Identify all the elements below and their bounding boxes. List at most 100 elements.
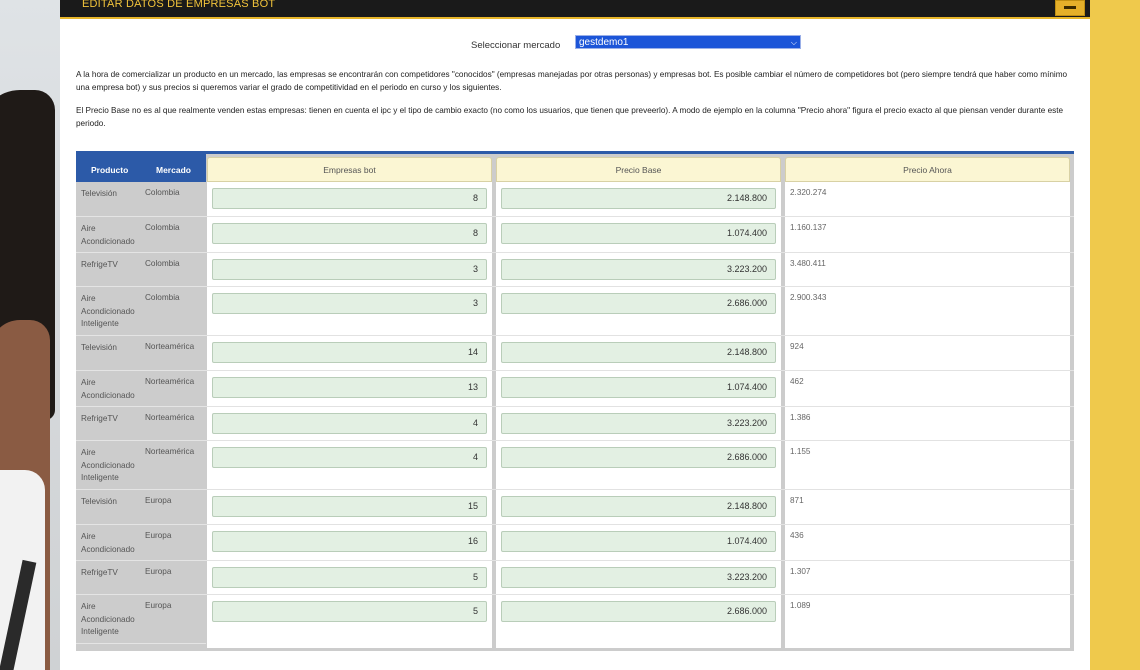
precio-ahora-value: 462 (790, 377, 804, 386)
cell-mercado: Europa (145, 601, 172, 610)
precio-ahora-value: 924 (790, 342, 804, 351)
cell-mercado: Norteamérica (145, 342, 195, 351)
precio-ahora-value: 1.160.137 (790, 223, 827, 232)
intro-paragraph: A la hora de comercializar un producto e… (76, 70, 1068, 92)
cell-mercado: Colombia (145, 293, 180, 302)
cell-mercado: Norteamérica (145, 447, 195, 456)
precio-base-input[interactable]: 2.686.000 (501, 601, 776, 622)
precio-base-input[interactable]: 1.074.400 (501, 377, 776, 398)
cell-producto: Televisión (81, 189, 117, 198)
side-accent-strip (1090, 0, 1140, 670)
table-row: Televisión Norteamérica (76, 336, 206, 371)
precio-base-input[interactable]: 2.148.800 (501, 188, 776, 209)
empresas-bot-input[interactable]: 8 (212, 188, 487, 209)
precio-ahora-value: 1.089 (790, 601, 811, 610)
table-row: RefrigeTV Colombia (76, 253, 206, 287)
precio-base-input[interactable]: 2.686.000 (501, 447, 776, 468)
empresas-bot-input[interactable]: 3 (212, 293, 487, 314)
row-divider (206, 370, 1074, 371)
precio-base-input[interactable]: 1.074.400 (501, 531, 776, 552)
header-empresas-bot: Empresas bot (207, 157, 492, 182)
cell-producto: RefrigeTV (81, 568, 118, 577)
cell-mercado: Europa (145, 531, 172, 540)
row-divider (206, 252, 1074, 253)
header-mercado: Mercado (156, 165, 191, 175)
panel-title: EDITAR DATOS DE EMPRESAS BOT (82, 0, 276, 10)
market-select-value: gestdemo1 (579, 37, 629, 48)
cell-mercado: Norteamérica (145, 413, 195, 422)
row-divider (206, 335, 1074, 336)
precio-base-input[interactable]: 3.223.200 (501, 259, 776, 280)
precio-ahora-value: 871 (790, 496, 804, 505)
cell-mercado: Colombia (145, 259, 180, 268)
cell-mercado: Europa (145, 567, 172, 576)
precio-ahora-value: 2.900.343 (790, 293, 827, 302)
row-divider (206, 489, 1074, 490)
empresas-bot-input[interactable]: 16 (212, 531, 487, 552)
table-row: Aire Acondicionado Colombia (76, 217, 206, 253)
cell-producto: Aire Acondicionado (81, 532, 135, 554)
precio-base-input[interactable]: 2.148.800 (501, 342, 776, 363)
market-select[interactable]: gestdemo1 ⌵ (575, 35, 801, 49)
empresas-bot-input[interactable]: 8 (212, 223, 487, 244)
row-divider (206, 216, 1074, 217)
cell-producto: Televisión (81, 343, 117, 352)
table-row: RefrigeTV Norteamérica (76, 407, 206, 441)
panel-titlebar: EDITAR DATOS DE EMPRESAS BOT (60, 0, 1090, 19)
row-divider (206, 286, 1074, 287)
table-row: Aire Acondicionado Europa (76, 525, 206, 561)
precio-ahora-value: 1.386 (790, 413, 811, 422)
empresas-bot-input[interactable]: 5 (212, 567, 487, 588)
table-header-left: Producto Mercado (76, 154, 206, 182)
empresas-bot-input[interactable]: 15 (212, 496, 487, 517)
table-row: Televisión Colombia (76, 182, 206, 217)
header-producto: Producto (91, 165, 129, 175)
cell-producto: Aire Acondicionado Inteligente (81, 602, 135, 637)
table-row: Aire Acondicionado Inteligente Europa (76, 595, 206, 644)
minus-icon (1064, 6, 1076, 9)
empresas-bot-input[interactable]: 4 (212, 413, 487, 434)
table-row: Aire Acondicionado Inteligente Norteaméri… (76, 441, 206, 490)
chevron-down-icon: ⌵ (790, 38, 797, 47)
row-divider (206, 594, 1074, 595)
precio-base-input[interactable]: 2.148.800 (501, 496, 776, 517)
cell-producto: Aire Acondicionado (81, 224, 135, 246)
market-label: Seleccionar mercado (471, 40, 561, 51)
cell-producto: Aire Acondicionado (81, 378, 135, 400)
empresas-bot-input[interactable]: 4 (212, 447, 487, 468)
header-precio-ahora: Precio Ahora (785, 157, 1070, 182)
table-row: RefrigeTV Europa (76, 561, 206, 595)
collapse-button[interactable] (1055, 0, 1085, 16)
empresas-bot-input[interactable]: 5 (212, 601, 487, 622)
precio-base-input[interactable]: 3.223.200 (501, 413, 776, 434)
table-row: Aire Acondicionado Norteamérica (76, 371, 206, 407)
main-panel: EDITAR DATOS DE EMPRESAS BOT Seleccionar… (60, 0, 1090, 670)
cell-producto: Aire Acondicionado Inteligente (81, 294, 135, 329)
precio-ahora-value: 1.155 (790, 447, 811, 456)
precio-base-input[interactable]: 2.686.000 (501, 293, 776, 314)
precio-base-input[interactable]: 3.223.200 (501, 567, 776, 588)
market-selector-row: Seleccionar mercado gestdemo1 ⌵ (60, 35, 1090, 55)
precio-ahora-value: 436 (790, 531, 804, 540)
cell-producto: Aire Acondicionado Inteligente (81, 448, 135, 483)
header-precio-base: Precio Base (496, 157, 781, 182)
empresas-bot-input[interactable]: 14 (212, 342, 487, 363)
cell-mercado: Colombia (145, 223, 180, 232)
cell-producto: RefrigeTV (81, 260, 118, 269)
cell-producto: Televisión (81, 497, 117, 506)
row-divider (206, 560, 1074, 561)
precio-ahora-value: 1.307 (790, 567, 811, 576)
bot-companies-table: Producto Mercado Empresas bot Precio Bas… (76, 151, 1074, 651)
precio-ahora-value: 2.320.274 (790, 188, 827, 197)
precio-base-input[interactable]: 1.074.400 (501, 223, 776, 244)
empresas-bot-input[interactable]: 13 (212, 377, 487, 398)
cell-producto: RefrigeTV (81, 414, 118, 423)
row-divider (206, 406, 1074, 407)
cell-mercado: Norteamérica (145, 377, 195, 386)
note-paragraph: El Precio Base no es al que realmente ve… (76, 106, 1064, 128)
row-divider (206, 524, 1074, 525)
table-row: Aire Acondicionado Inteligente Colombia (76, 287, 206, 336)
empresas-bot-input[interactable]: 3 (212, 259, 487, 280)
background-photo (0, 0, 60, 670)
precio-ahora-value: 3.480.411 (790, 259, 826, 268)
